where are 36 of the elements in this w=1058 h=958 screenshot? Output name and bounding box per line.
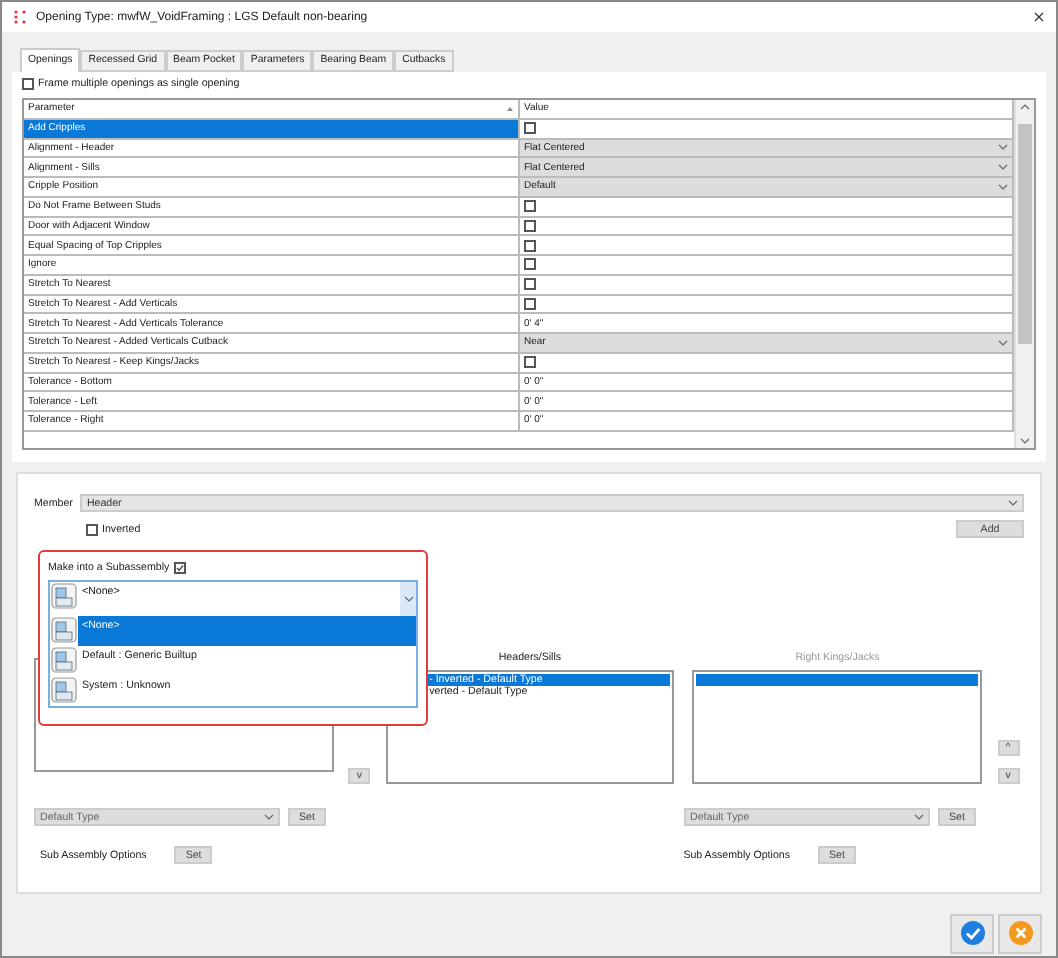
value-cell[interactable]	[520, 256, 1014, 274]
sort-icon	[506, 105, 514, 112]
caret-icon	[914, 814, 924, 820]
list-box[interactable]	[692, 670, 983, 784]
checkbox[interactable]	[524, 278, 536, 291]
close-icon	[1007, 920, 1033, 946]
caret-icon	[998, 144, 1008, 151]
checkbox[interactable]	[524, 239, 536, 252]
caret-icon	[1008, 500, 1018, 506]
checkbox[interactable]	[524, 297, 536, 310]
scroll-down-icon	[1020, 438, 1030, 444]
caret-icon	[998, 164, 1008, 171]
caret-icon	[998, 339, 1008, 346]
ok-button[interactable]	[950, 913, 994, 953]
checkbox[interactable]	[524, 356, 536, 369]
assembly-icon	[50, 616, 78, 644]
caret-icon	[264, 814, 274, 820]
checkbox[interactable]	[524, 122, 536, 135]
scroll-up-icon[interactable]	[1020, 104, 1030, 110]
caret-icon	[403, 596, 413, 602]
check-icon	[959, 920, 985, 946]
app-icon	[14, 10, 26, 24]
assembly-icon	[50, 646, 78, 674]
caret-icon	[998, 183, 1008, 190]
close-icon[interactable]	[1034, 12, 1044, 22]
check-icon	[175, 564, 184, 572]
checkbox[interactable]	[173, 562, 186, 574]
assembly-icon	[50, 676, 78, 704]
checkbox[interactable]	[524, 258, 536, 271]
checkbox[interactable]	[524, 219, 536, 232]
assembly-icon	[50, 582, 78, 610]
checkbox[interactable]	[86, 523, 98, 535]
value-cell[interactable]	[520, 236, 1014, 254]
scrollbar[interactable]	[1014, 100, 1034, 448]
checkbox[interactable]	[22, 78, 34, 90]
checkbox[interactable]	[524, 200, 536, 213]
